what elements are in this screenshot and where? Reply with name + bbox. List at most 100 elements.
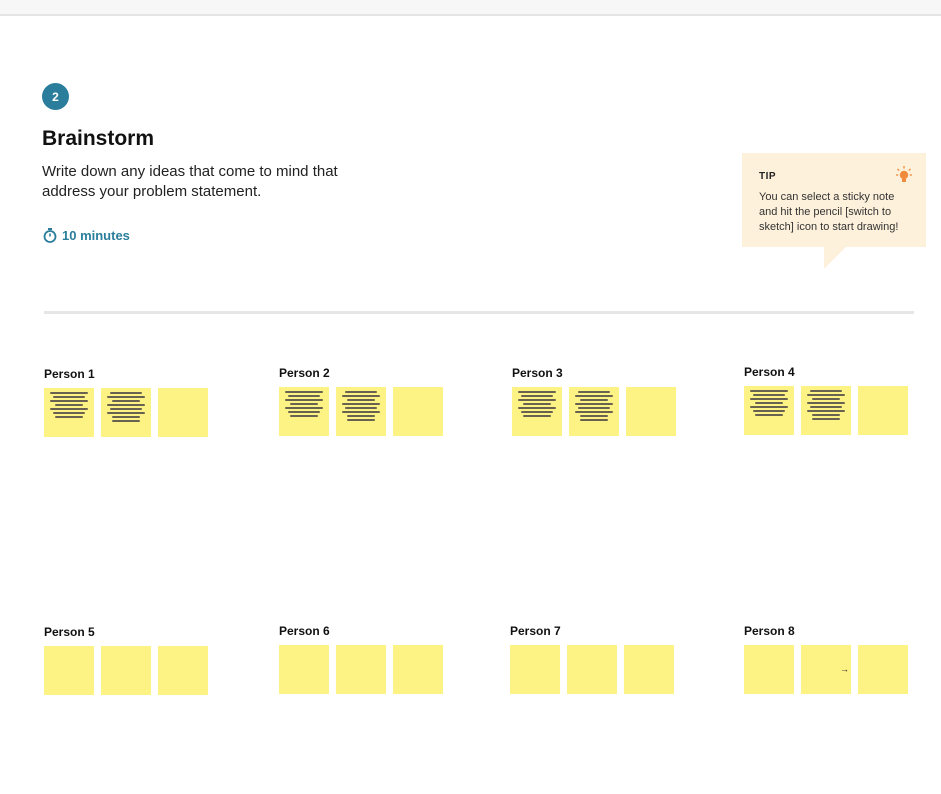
- note-text-line: [752, 394, 786, 396]
- note-text-line: [575, 403, 613, 405]
- note-text-line: [112, 416, 140, 418]
- person-name-label: Person 5: [44, 625, 95, 639]
- sticky-note-empty[interactable]: [44, 646, 94, 695]
- note-text-line: [812, 414, 840, 416]
- note-text-line: [50, 392, 88, 394]
- person-group: Person 2: [279, 366, 443, 436]
- top-toolbar-strip: [0, 0, 941, 16]
- note-text-line: [580, 419, 608, 421]
- sticky-note-with-text[interactable]: [569, 387, 619, 436]
- note-text-line: [55, 416, 83, 418]
- sticky-note-with-text[interactable]: [744, 386, 794, 435]
- note-text-line: [575, 411, 613, 413]
- note-text-line: [520, 395, 554, 397]
- note-text-line: [112, 400, 140, 402]
- person-name-label: Person 6: [279, 624, 330, 638]
- note-text-line: [575, 395, 613, 397]
- note-text-line: [809, 390, 843, 392]
- note-text-line: [750, 390, 788, 392]
- sticky-note-empty[interactable]: [858, 386, 908, 435]
- note-text-line: [518, 407, 556, 409]
- person-name-label: Person 4: [744, 365, 795, 379]
- note-text-line: [107, 404, 145, 406]
- person-group: Person 8 →: [744, 624, 908, 694]
- note-text-line: [520, 411, 554, 413]
- note-text-line: [809, 406, 843, 408]
- sticky-note-with-text[interactable]: [801, 386, 851, 435]
- sticky-note-with-text[interactable]: [101, 388, 151, 437]
- note-text-line: [290, 415, 318, 417]
- person-group: Person 6: [279, 624, 443, 694]
- person-group: Person 1: [44, 367, 208, 437]
- sticky-note-empty[interactable]: [279, 645, 329, 694]
- tip-text: You can select a sticky note and hit the…: [759, 191, 899, 233]
- sticky-note-empty[interactable]: [336, 645, 386, 694]
- sticky-note-empty[interactable]: [567, 645, 617, 694]
- note-text-line: [50, 408, 88, 410]
- person-name-label: Person 8: [744, 624, 795, 638]
- sticky-note-row: [279, 387, 443, 436]
- note-text-line: [812, 398, 840, 400]
- note-text-line: [107, 412, 145, 414]
- note-text-line: [109, 392, 143, 394]
- tip-callout-pointer: [824, 247, 846, 269]
- person-name-label: Person 7: [510, 624, 561, 638]
- sticky-note-empty[interactable]: [158, 388, 208, 437]
- sticky-note-row: [279, 645, 443, 694]
- sticky-note-with-text[interactable]: [336, 387, 386, 436]
- sticky-note-empty[interactable]: [626, 387, 676, 436]
- sticky-note-empty[interactable]: [858, 645, 908, 694]
- note-text-line: [55, 404, 83, 406]
- note-text-line: [577, 407, 611, 409]
- sticky-note-row: [44, 388, 208, 437]
- sticky-note-empty[interactable]: [393, 645, 443, 694]
- note-text-line: [285, 391, 323, 393]
- note-text-line: [112, 420, 140, 422]
- note-text-line: [755, 414, 783, 416]
- sticky-note-with-text[interactable]: [512, 387, 562, 436]
- note-text-line: [807, 394, 845, 396]
- sticky-note-empty[interactable]: [624, 645, 674, 694]
- note-text-line: [580, 415, 608, 417]
- note-text-line: [342, 395, 380, 397]
- note-text-line: [750, 406, 788, 408]
- note-text-line: [577, 391, 611, 393]
- timer: 10 minutes: [43, 228, 130, 243]
- person-group: Person 7: [510, 624, 674, 694]
- stopwatch-icon: [43, 228, 57, 243]
- lightbulb-icon: [896, 166, 912, 182]
- person-group: Person 3: [512, 366, 676, 436]
- note-text-line: [523, 403, 551, 405]
- sticky-note-empty[interactable]: [744, 645, 794, 694]
- person-group: Person 4: [744, 365, 908, 435]
- sticky-note-empty[interactable]: [158, 646, 208, 695]
- note-text-line: [807, 402, 845, 404]
- note-text-line: [50, 400, 88, 402]
- note-text-line: [344, 407, 378, 409]
- sticky-note-empty[interactable]: [510, 645, 560, 694]
- sticky-note-row: [510, 645, 674, 694]
- person-name-label: Person 2: [279, 366, 330, 380]
- sticky-note-row: →: [744, 645, 908, 694]
- note-text-line: [518, 399, 556, 401]
- note-text-line: [812, 418, 840, 420]
- sticky-note-empty[interactable]: [101, 646, 151, 695]
- activity-description: Write down any ideas that come to mind t…: [42, 163, 338, 200]
- note-text-line: [344, 391, 378, 393]
- note-text-line: [107, 396, 145, 398]
- note-text-line: [523, 415, 551, 417]
- person-name-label: Person 1: [44, 367, 95, 381]
- person-name-label: Person 3: [512, 366, 563, 380]
- note-text-line: [290, 403, 318, 405]
- note-text-line: [347, 415, 375, 417]
- sticky-note-with-text[interactable]: [44, 388, 94, 437]
- sticky-note-with-text[interactable]: [279, 387, 329, 436]
- arrow-right-icon: →: [840, 664, 849, 674]
- sticky-note-empty[interactable]: [393, 387, 443, 436]
- note-text-line: [109, 408, 143, 410]
- note-text-line: [52, 412, 86, 414]
- sticky-note-empty[interactable]: →: [801, 645, 851, 694]
- sticky-note-row: [512, 387, 676, 436]
- note-text-line: [752, 410, 786, 412]
- sticky-note-row: [744, 386, 908, 435]
